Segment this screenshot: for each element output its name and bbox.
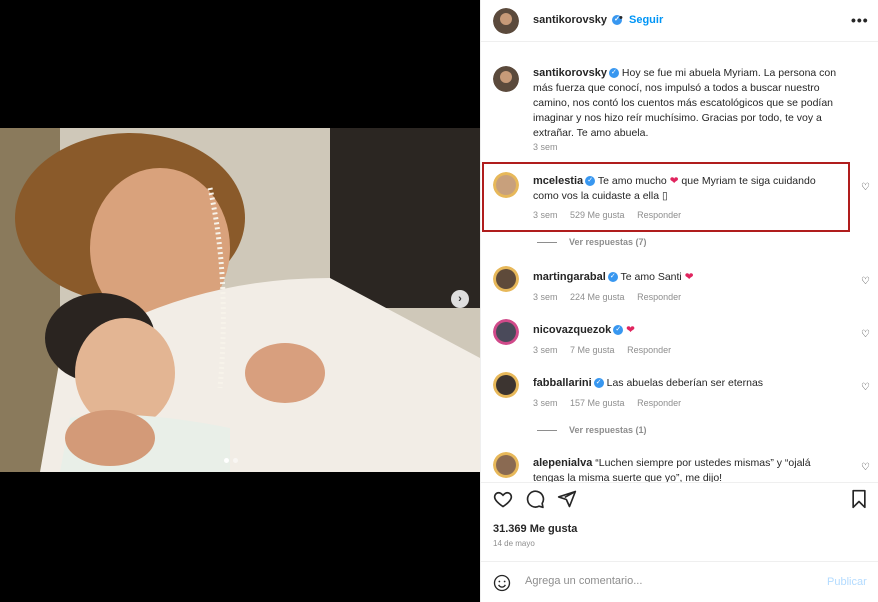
view-replies-button[interactable]: Ver respuestas (1) [537, 425, 647, 435]
media-pane: › [0, 0, 480, 602]
author-username[interactable]: santikorovsky ✓ [533, 14, 623, 26]
like-comment-heart-icon[interactable]: ♡ [861, 382, 870, 393]
bookmark-icon[interactable] [849, 489, 869, 509]
comment-timestamp[interactable]: 3 sem [533, 398, 558, 408]
publish-button[interactable]: Publicar [827, 576, 867, 588]
comment-meta: 3 sem 7 Me gusta Responder [533, 345, 681, 355]
avatar[interactable] [493, 172, 519, 198]
reply-button[interactable]: Responder [627, 345, 671, 355]
post-details-pane: santikorovsky ✓ • Seguir ••• santikorovs… [480, 0, 878, 602]
caption-timestamp[interactable]: 3 sem [533, 142, 558, 152]
carousel-dot [224, 458, 229, 463]
reply-button[interactable]: Responder [637, 398, 681, 408]
comment-text: mcelestia ✓ Te amo mucho ❤ que Myriam te … [533, 174, 843, 204]
comment-author[interactable]: mcelestia [533, 175, 583, 187]
verified-icon: ✓ [593, 378, 604, 389]
like-comment-heart-icon[interactable]: ♡ [861, 276, 870, 287]
comment-meta: 3 sem 224 Me gusta Responder [533, 292, 691, 302]
comment-timestamp[interactable]: 3 sem [533, 345, 558, 355]
avatar[interactable] [493, 452, 519, 478]
post-date[interactable]: 14 de mayo [493, 539, 535, 548]
avatar[interactable] [493, 372, 519, 398]
reply-button[interactable]: Responder [637, 210, 681, 220]
post-photo[interactable] [0, 128, 480, 472]
comment-meta: 3 sem 529 Me gusta Responder [533, 210, 691, 220]
post-actions: 31.369 Me gusta 14 de mayo Publicar [481, 482, 878, 602]
caption-text: santikorovsky ✓ Hoy se fue mi abuela Myri… [533, 66, 843, 141]
comment-meta: 3 sem 157 Me gusta Responder [533, 398, 691, 408]
comment-author[interactable]: nicovazquezok [533, 324, 611, 336]
more-icon[interactable]: ••• [851, 12, 869, 28]
avatar[interactable] [493, 66, 519, 92]
comments-list[interactable]: santikorovsky ✓ Hoy se fue mi abuela Myri… [481, 42, 878, 482]
comment-icon[interactable] [525, 489, 545, 509]
heart-icon[interactable] [493, 489, 513, 509]
comment-timestamp[interactable]: 3 sem [533, 210, 558, 220]
comment-timestamp[interactable]: 3 sem [533, 292, 558, 302]
share-icon[interactable] [557, 489, 577, 509]
emoji-icon[interactable] [493, 574, 511, 592]
verified-icon: ✓ [607, 272, 618, 283]
caption-author[interactable]: santikorovsky [533, 67, 607, 79]
carousel-dot [233, 458, 238, 463]
comment-author[interactable]: fabballarini [533, 377, 592, 389]
comment-text: nicovazquezok ✓ ❤ [533, 323, 843, 338]
comment-composer: Publicar [481, 561, 878, 602]
separator: • [619, 12, 623, 24]
emoji-placeholder: ▯ [661, 190, 668, 202]
heart-emoji: ❤ [684, 271, 694, 283]
heart-emoji: ❤ [626, 324, 635, 336]
comment-text: alepenialva “Luchen siempre por ustedes … [533, 456, 843, 482]
comment-author[interactable]: martingarabal [533, 271, 606, 283]
verified-icon: ✓ [613, 325, 624, 336]
replies-line [537, 430, 557, 432]
follow-button[interactable]: Seguir [629, 14, 663, 26]
caption-meta: 3 sem [533, 142, 568, 152]
carousel-dots [224, 458, 238, 463]
avatar[interactable] [493, 266, 519, 292]
like-comment-heart-icon[interactable]: ♡ [861, 329, 870, 340]
comment-body: Las abuelas deberían ser eternas [606, 377, 764, 389]
comment-author[interactable]: alepenialva [533, 457, 592, 469]
view-replies-button[interactable]: Ver respuestas (7) [537, 237, 647, 247]
likes-count[interactable]: 31.369 Me gusta [493, 523, 577, 535]
replies-line [537, 242, 557, 244]
verified-icon: ✓ [585, 176, 596, 187]
comment-likes[interactable]: 224 Me gusta [570, 292, 625, 302]
photo-illustration [0, 128, 480, 472]
chevron-right-icon: › [458, 293, 462, 305]
comment-likes[interactable]: 529 Me gusta [570, 210, 625, 220]
view-replies-label: Ver respuestas (7) [569, 237, 647, 247]
comment-likes[interactable]: 7 Me gusta [570, 345, 615, 355]
comment-body: Te amo mucho [597, 175, 670, 187]
verified-icon: ✓ [608, 68, 619, 79]
avatar[interactable] [493, 8, 519, 34]
comment-likes[interactable]: 157 Me gusta [570, 398, 625, 408]
post-header: santikorovsky ✓ • Seguir ••• [481, 0, 878, 42]
like-comment-heart-icon[interactable]: ♡ [861, 462, 870, 473]
comment-text: martingarabal ✓ Te amo Santi ❤ [533, 270, 843, 285]
view-replies-label: Ver respuestas (1) [569, 425, 647, 435]
comment-input[interactable] [525, 575, 815, 587]
like-comment-heart-icon[interactable]: ♡ [861, 182, 870, 193]
heart-emoji: ❤ [669, 175, 679, 187]
author-name[interactable]: santikorovsky [533, 14, 607, 26]
reply-button[interactable]: Responder [637, 292, 681, 302]
comment-text: fabballarini ✓ Las abuelas deberían ser e… [533, 376, 843, 391]
avatar[interactable] [493, 319, 519, 345]
next-image-button[interactable]: › [451, 290, 469, 308]
comment-body: Te amo Santi [620, 271, 685, 283]
